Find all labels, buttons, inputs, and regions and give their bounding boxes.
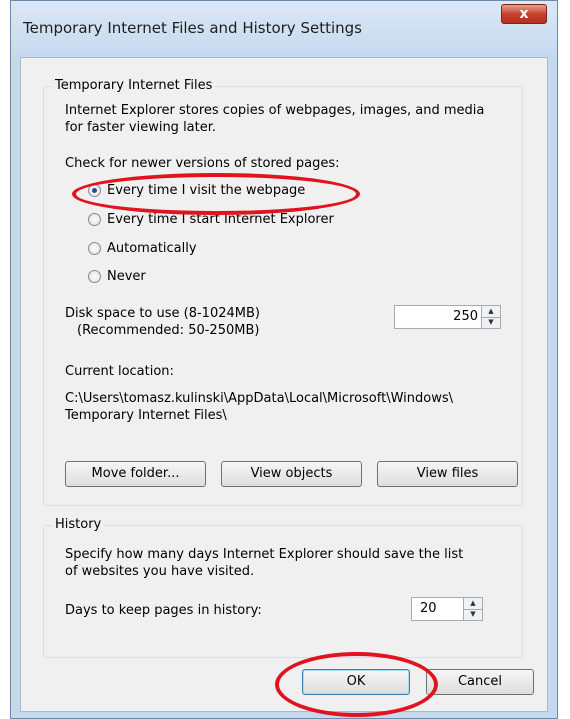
radio-automatically[interactable]: Automatically <box>88 238 197 258</box>
close-button[interactable]: x <box>501 4 547 24</box>
radio-icon[interactable] <box>88 212 101 226</box>
title-bar[interactable]: Temporary Internet Files and History Set… <box>11 1 557 61</box>
view-files-button[interactable]: View files <box>377 461 518 487</box>
location-path-line2: Temporary Internet Files\ <box>65 408 227 423</box>
location-path-line1: C:\Users\tomasz.kulinski\AppData\Local\M… <box>65 391 453 406</box>
history-group: History Specify how many days Internet E… <box>43 517 523 658</box>
annotation-ellipse-ok <box>275 652 438 717</box>
tif-description-line2: for faster viewing later. <box>65 120 217 135</box>
tif-group: Temporary Internet Files Internet Explor… <box>43 78 523 506</box>
days-to-keep-label: Days to keep pages in history: <box>65 603 262 618</box>
radio-never[interactable]: Never <box>88 266 146 286</box>
disk-space-value[interactable]: 250 <box>453 309 478 324</box>
dialog-window: Temporary Internet Files and History Set… <box>10 0 558 719</box>
history-description-line2: of websites you have visited. <box>65 564 255 579</box>
history-group-legend: History <box>52 517 105 532</box>
disk-space-spinner[interactable]: 250 ▲ ▼ <box>394 305 501 329</box>
days-spin-buttons: ▲ ▼ <box>463 598 482 620</box>
radio-never-label: Never <box>107 268 146 284</box>
radio-icon[interactable] <box>88 269 101 283</box>
cancel-button[interactable]: Cancel <box>426 669 534 695</box>
radio-automatically-label: Automatically <box>107 240 197 256</box>
history-description-line1: Specify how many days Internet Explorer … <box>65 547 464 562</box>
current-location-label: Current location: <box>65 364 174 379</box>
spin-down-icon[interactable]: ▼ <box>482 317 500 328</box>
tif-description-line1: Internet Explorer stores copies of webpa… <box>65 103 485 118</box>
dialog-client-area: Temporary Internet Files Internet Explor… <box>20 57 548 717</box>
close-icon: x <box>519 6 529 22</box>
tif-group-legend: Temporary Internet Files <box>52 78 216 93</box>
radio-icon[interactable] <box>88 241 101 255</box>
days-spinner[interactable]: 20 ▲ ▼ <box>411 597 483 621</box>
disk-space-label: Disk space to use (8-1024MB) <box>65 306 260 321</box>
annotation-ellipse-radio <box>72 173 360 215</box>
view-objects-button[interactable]: View objects <box>221 461 362 487</box>
disk-space-recommended: (Recommended: 50-250MB) <box>77 323 260 338</box>
check-versions-label: Check for newer versions of stored pages… <box>65 156 340 171</box>
move-folder-button[interactable]: Move folder... <box>65 461 206 487</box>
window-title: Temporary Internet Files and History Set… <box>23 19 362 37</box>
days-value[interactable]: 20 <box>420 601 437 616</box>
spin-down-icon[interactable]: ▼ <box>464 609 482 620</box>
disk-space-spin-buttons: ▲ ▼ <box>481 306 500 328</box>
